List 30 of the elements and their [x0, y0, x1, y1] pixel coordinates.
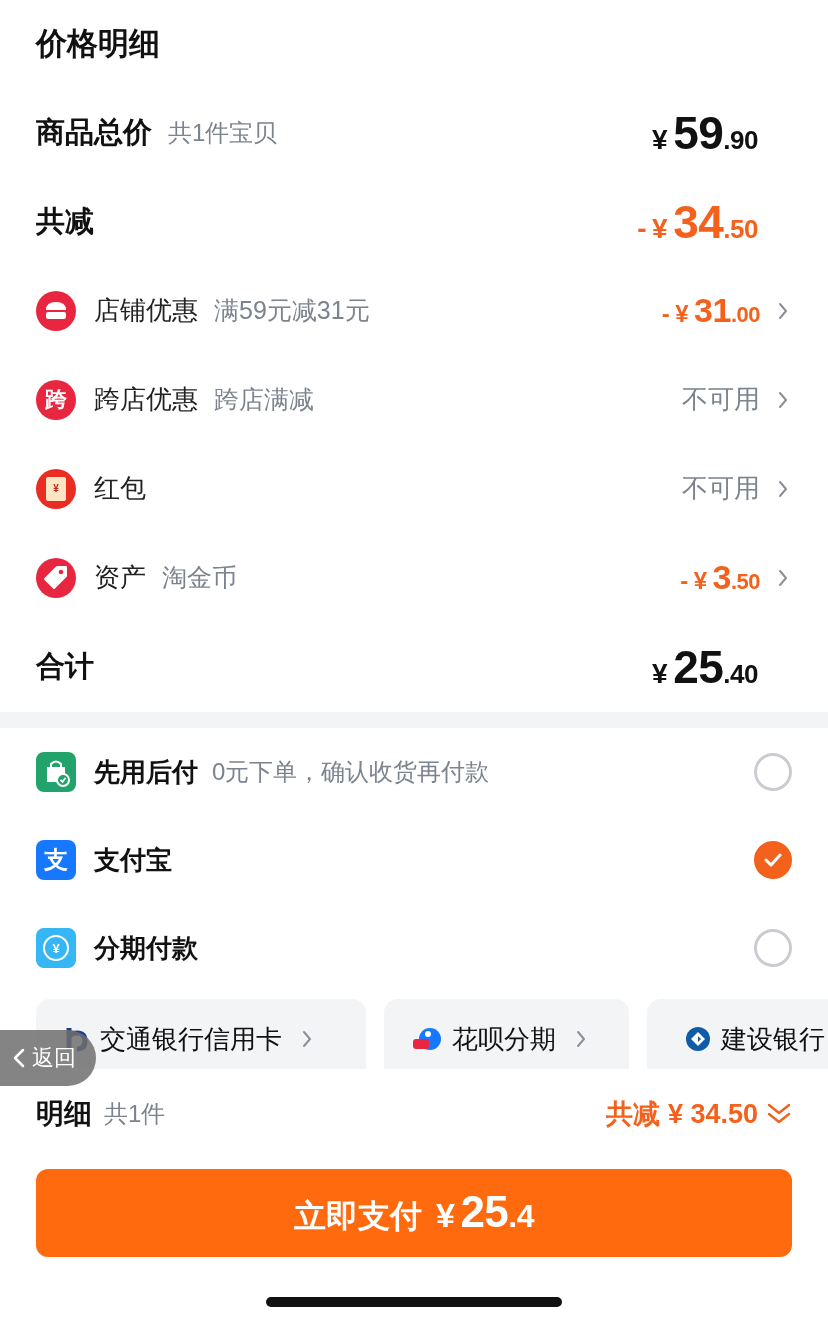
alipay-icon: 支: [36, 840, 76, 880]
discount-amount: - ¥ 3.50: [680, 558, 760, 597]
item-count: 共1件: [104, 1099, 166, 1129]
discount-label: 店铺优惠: [94, 294, 198, 327]
total-price: ¥25.40: [652, 640, 758, 694]
row-label: 共减: [36, 203, 94, 239]
cross-store-icon: 跨: [36, 379, 76, 420]
row-note: 共1件宝贝: [168, 117, 278, 148]
row-label: 商品总价: [36, 114, 152, 150]
discount-note: 淘金币: [162, 562, 237, 593]
status-text: 不可用: [682, 383, 760, 416]
section-title: 价格明细: [36, 25, 161, 63]
discount-label: 跨店优惠: [94, 383, 198, 416]
subtotal-price: ¥59.90: [652, 105, 758, 160]
discount-amount: - ¥ 31.00: [661, 291, 760, 330]
envelope-icon: ¥: [36, 468, 76, 509]
total-savings: 共减 ¥ 34.50: [606, 1098, 758, 1131]
payment-label: 支付宝: [94, 843, 172, 877]
installment-icon: ¥: [36, 928, 76, 968]
discount-label: 红包: [94, 472, 146, 505]
discount-note: 满59元减31元: [214, 295, 370, 326]
discount-note: 跨店满减: [214, 384, 314, 415]
status-text: 不可用: [682, 472, 760, 505]
payment-label: 分期付款: [94, 931, 198, 965]
row-label: 合计: [36, 649, 94, 684]
discount-label: 资产: [94, 561, 146, 594]
discount-total: - ¥34.50: [637, 194, 758, 249]
payment-label: 先用后付: [94, 755, 198, 789]
detail-label: 明细: [36, 1097, 92, 1131]
payment-note: 0元下单，确认收货再付款: [212, 757, 490, 787]
